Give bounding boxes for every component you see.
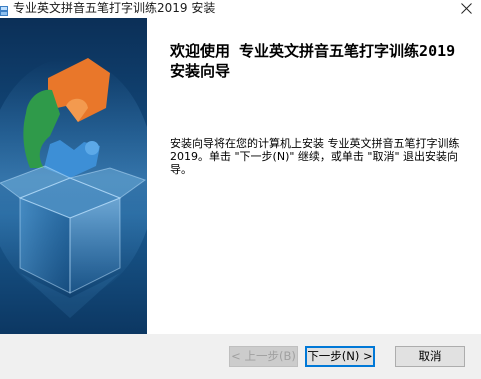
back-button[interactable]: < 上一步(B)	[229, 346, 298, 367]
puzzle-box-graphic	[0, 58, 147, 318]
title-bar: 专业英文拼音五笔打字训练2019 安装	[0, 0, 481, 18]
next-button[interactable]: 下一步(N) >	[305, 346, 375, 367]
welcome-heading: 欢迎使用 专业英文拼音五笔打字训练2019 安装向导	[170, 42, 456, 80]
installer-banner	[0, 18, 147, 334]
installer-icon	[0, 2, 10, 16]
close-icon	[461, 3, 472, 14]
cancel-button[interactable]: 取消	[395, 346, 465, 367]
window-title: 专业英文拼音五笔打字训练2019 安装	[13, 1, 216, 15]
welcome-description: 安装向导将在您的计算机上安装 专业英文拼音五笔打字训练2019。单击 "下一步(…	[170, 137, 460, 176]
installer-window: 专业英文拼音五笔打字训练2019 安装 欢迎使用 专业英文拼音五笔打字训练201…	[0, 0, 481, 379]
close-button[interactable]	[455, 0, 479, 18]
